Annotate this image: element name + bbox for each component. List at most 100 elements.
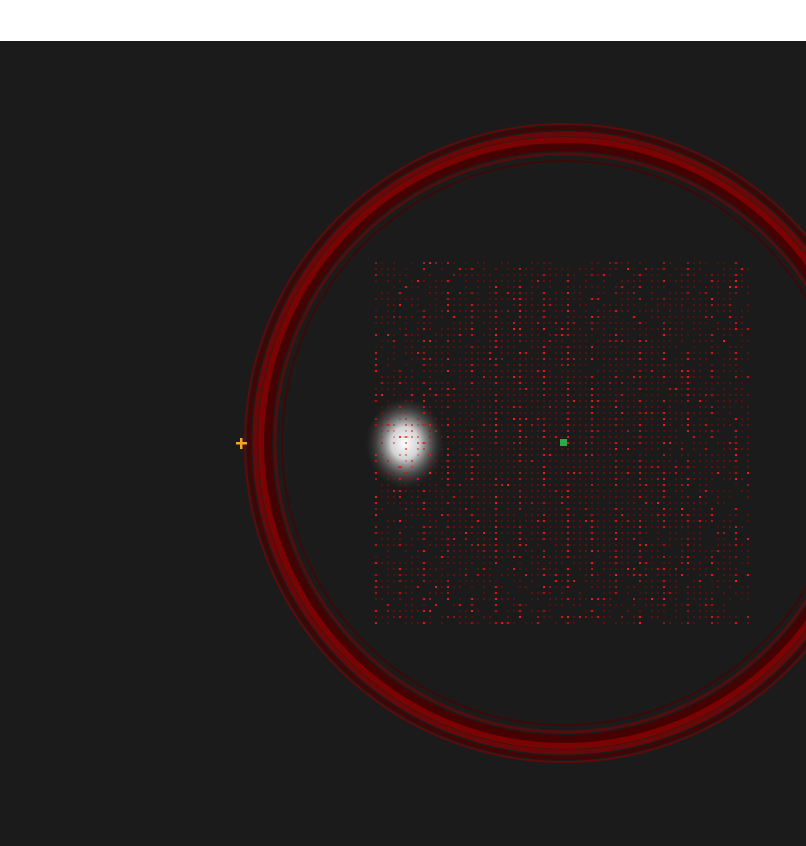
particle [501,526,503,528]
particle [459,610,461,612]
particle [717,298,719,300]
particle [741,424,743,426]
particle [573,328,575,330]
particle [609,406,611,408]
particle [459,568,461,570]
particle [579,484,581,486]
particle [693,460,695,462]
particle [585,382,587,384]
particle [651,394,653,396]
particle-streak [547,340,553,342]
particle [729,298,731,300]
particle [729,568,731,570]
particle [375,430,377,432]
particle [657,430,659,432]
particle [495,460,497,462]
particle [561,340,563,342]
particle-streak [637,436,643,438]
particle [705,454,707,456]
particle-streak [517,454,523,456]
particle [501,352,503,354]
particle [651,472,653,474]
simulation-canvas[interactable] [0,41,806,846]
particle-streak [679,484,685,486]
particle [519,436,521,438]
particle [465,538,467,540]
particle [495,304,497,306]
particle [645,478,647,480]
particle [687,430,689,432]
particle [435,568,437,570]
particle [699,352,701,354]
particle [507,430,509,432]
particle [603,388,605,390]
simulation-viewport[interactable] [0,41,806,846]
particle [531,484,533,486]
particle [555,562,557,564]
center-marker-icon[interactable] [560,439,567,446]
particle [489,346,491,348]
particle [513,334,515,336]
particle [411,598,413,600]
particle [699,562,701,564]
particle [633,418,635,420]
particle-streak [589,520,595,522]
particle-streak [709,430,715,432]
particle [465,352,467,354]
particle [459,340,461,342]
particle [609,568,611,570]
particle [489,292,491,294]
particle [615,526,617,528]
particle [435,556,437,558]
particle [645,604,647,606]
particle [495,562,497,564]
particle [519,616,521,618]
particle [393,376,395,378]
particle [525,304,527,306]
particle [567,406,569,408]
particle [621,448,623,450]
particle [687,460,689,462]
particle [675,280,677,282]
particle-streak [517,460,523,462]
particle [669,430,671,432]
particle [735,364,737,366]
particle-streak [661,526,667,528]
particle [489,388,491,390]
particle [411,346,413,348]
particle [717,280,719,282]
particle [591,478,593,480]
particle [561,412,563,414]
particle [615,352,617,354]
particle [513,544,515,546]
particle [609,514,611,516]
particle [729,598,731,600]
particle [393,322,395,324]
particle [435,604,437,606]
particle [639,580,641,582]
particle-streak [739,268,745,270]
particle [597,466,599,468]
particle-streak [535,370,541,372]
particle [717,292,719,294]
particle [423,544,425,546]
particle-streak [445,298,451,300]
particle [387,502,389,504]
particle-streak [421,364,427,366]
particle-streak [535,418,541,420]
particle [483,478,485,480]
particle [387,556,389,558]
particle [549,496,551,498]
particle [537,364,539,366]
particle [591,400,593,402]
particle [567,538,569,540]
particle-streak [697,520,703,522]
particle [441,574,443,576]
particle-streak [709,604,715,606]
particle [399,616,401,618]
particle [573,382,575,384]
particle [459,430,461,432]
particle [747,544,749,546]
particle [537,508,539,510]
particle [681,340,683,342]
